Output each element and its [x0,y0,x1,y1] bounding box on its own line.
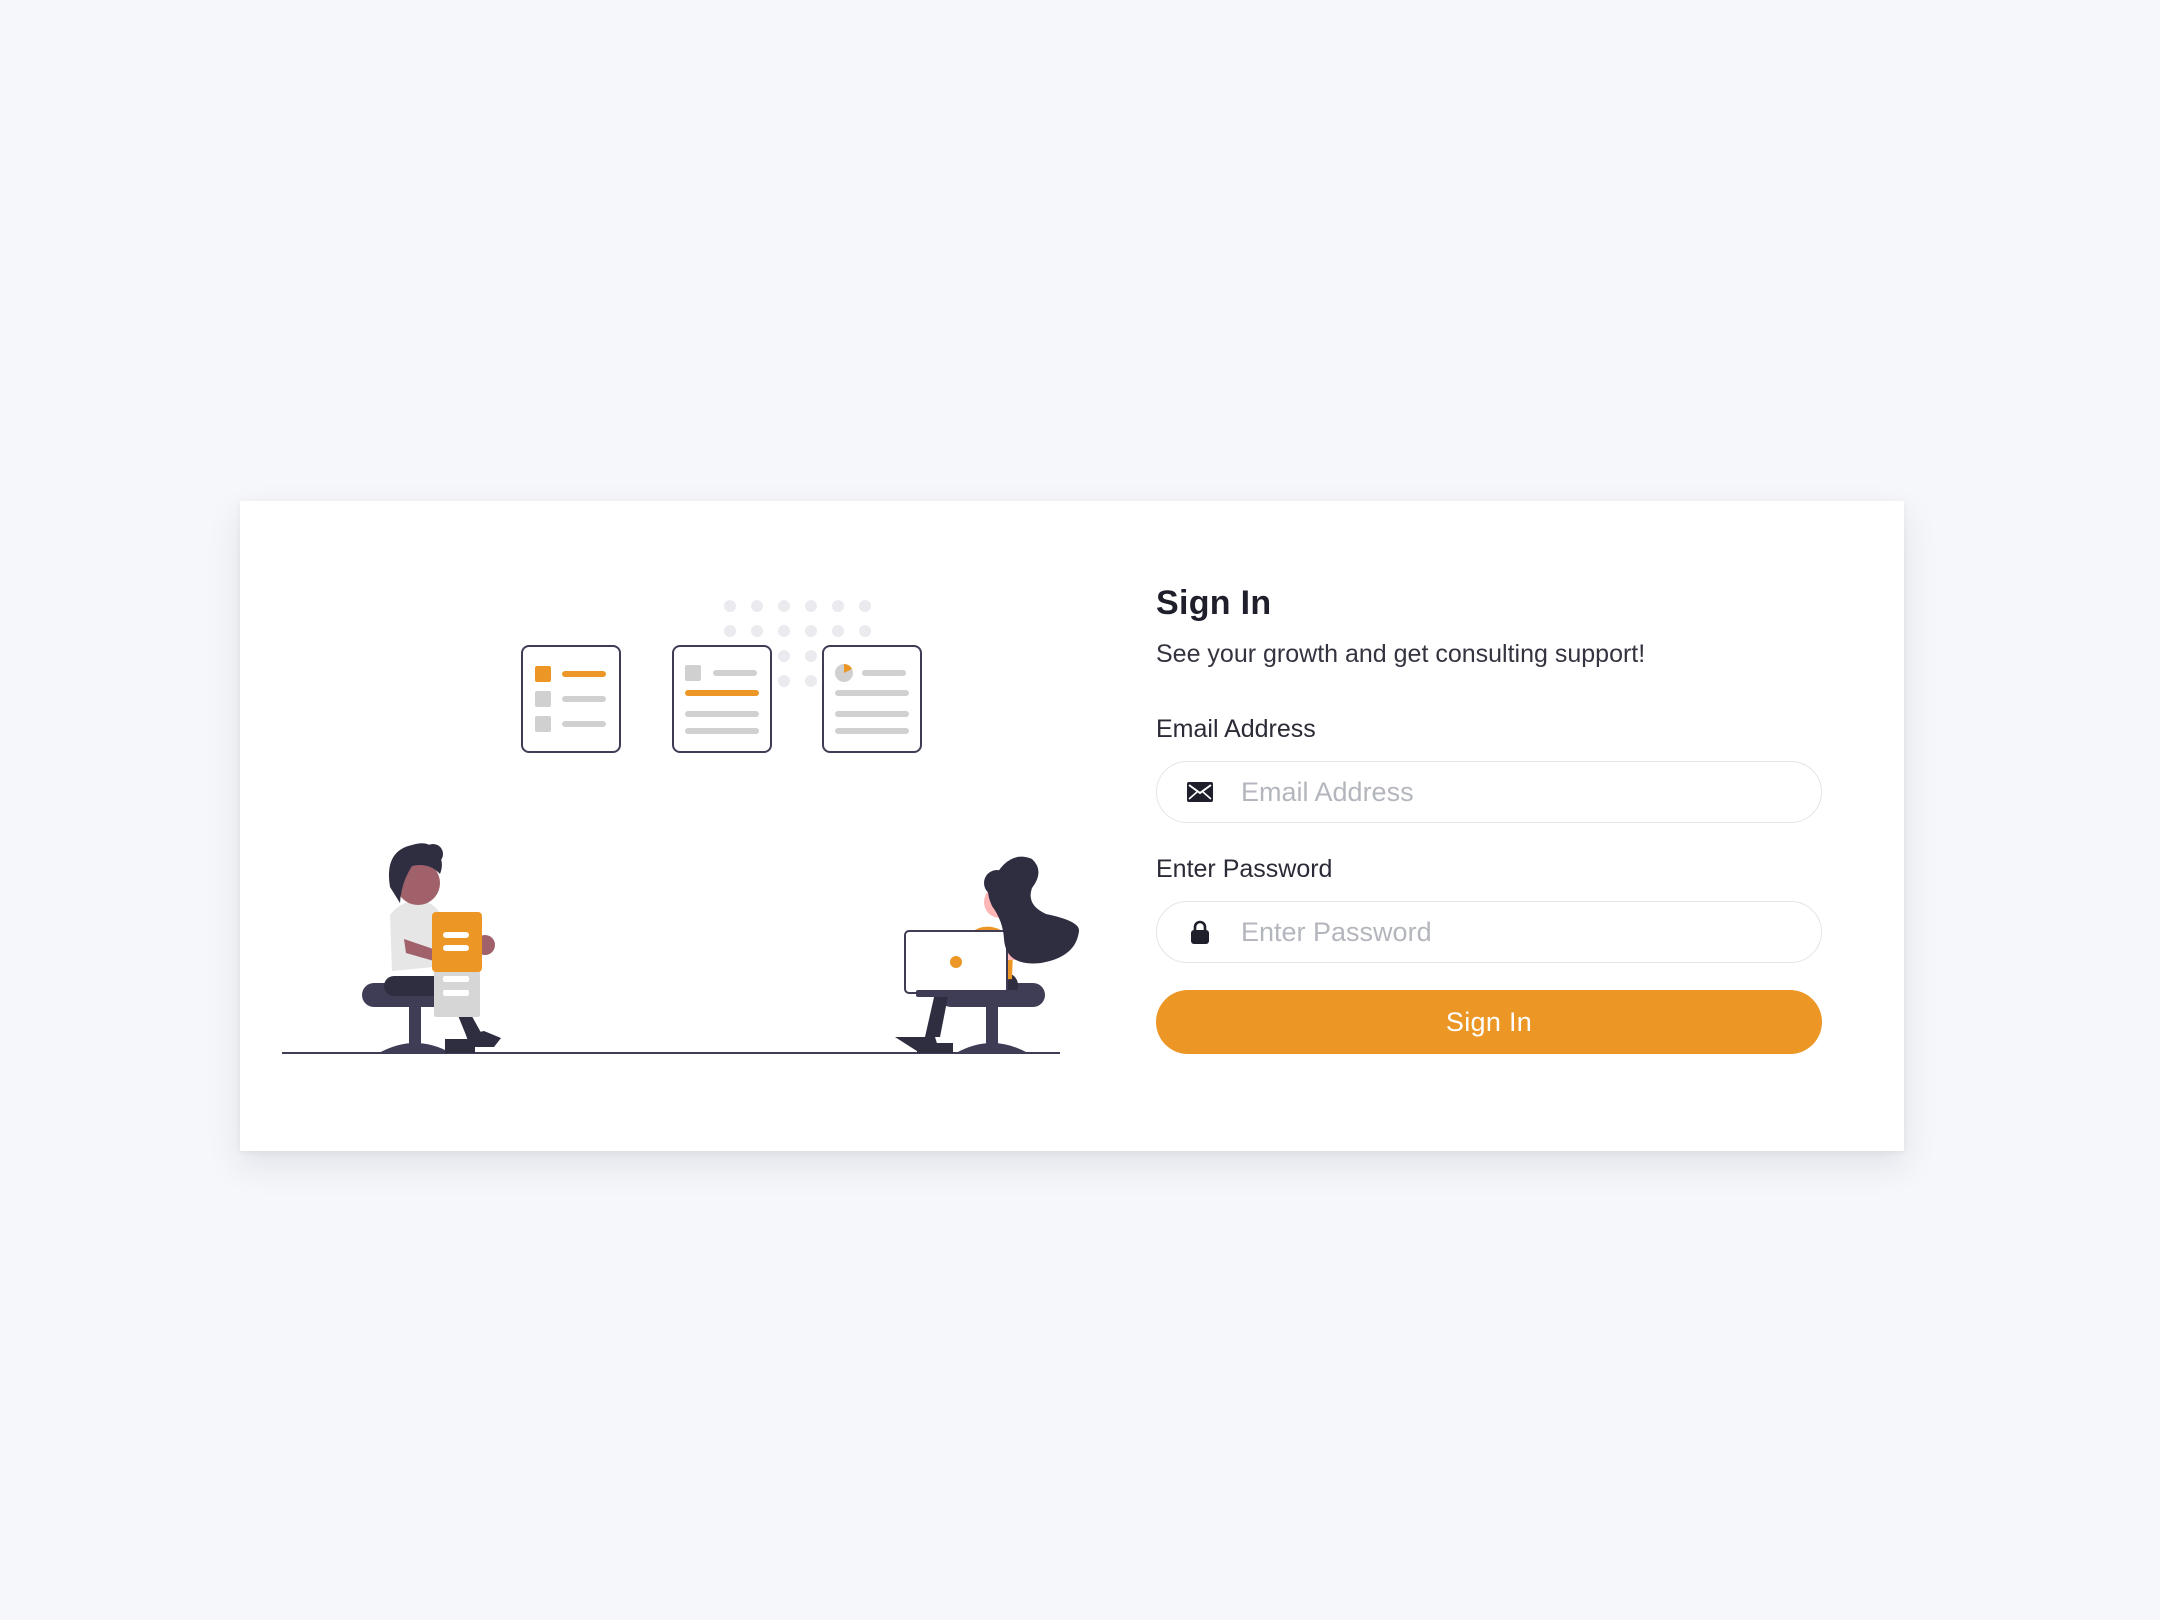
password-label: Enter Password [1156,855,1333,883]
consulting-illustration [282,600,1080,1054]
woman-figure [895,856,1080,1053]
signin-card: Sign In See your growth and get consulti… [240,501,1904,1151]
man-figure [362,843,501,1053]
password-input[interactable] [1239,902,1821,962]
password-field[interactable] [1156,901,1822,963]
lock-icon [1179,911,1221,953]
signin-title: Sign In [1156,584,1272,622]
signin-subtitle: See your growth and get consulting suppo… [1156,640,1646,668]
envelope-icon [1179,771,1221,813]
email-label: Email Address [1156,715,1316,743]
email-input[interactable] [1239,762,1821,822]
document-card-2 [672,645,772,753]
signin-form: Sign In See your growth and get consulti… [1156,581,1822,1054]
email-field[interactable] [1156,761,1822,823]
document-card-1 [521,645,621,753]
sign-in-button[interactable]: Sign In [1156,990,1822,1054]
document-card-3 [822,645,922,753]
